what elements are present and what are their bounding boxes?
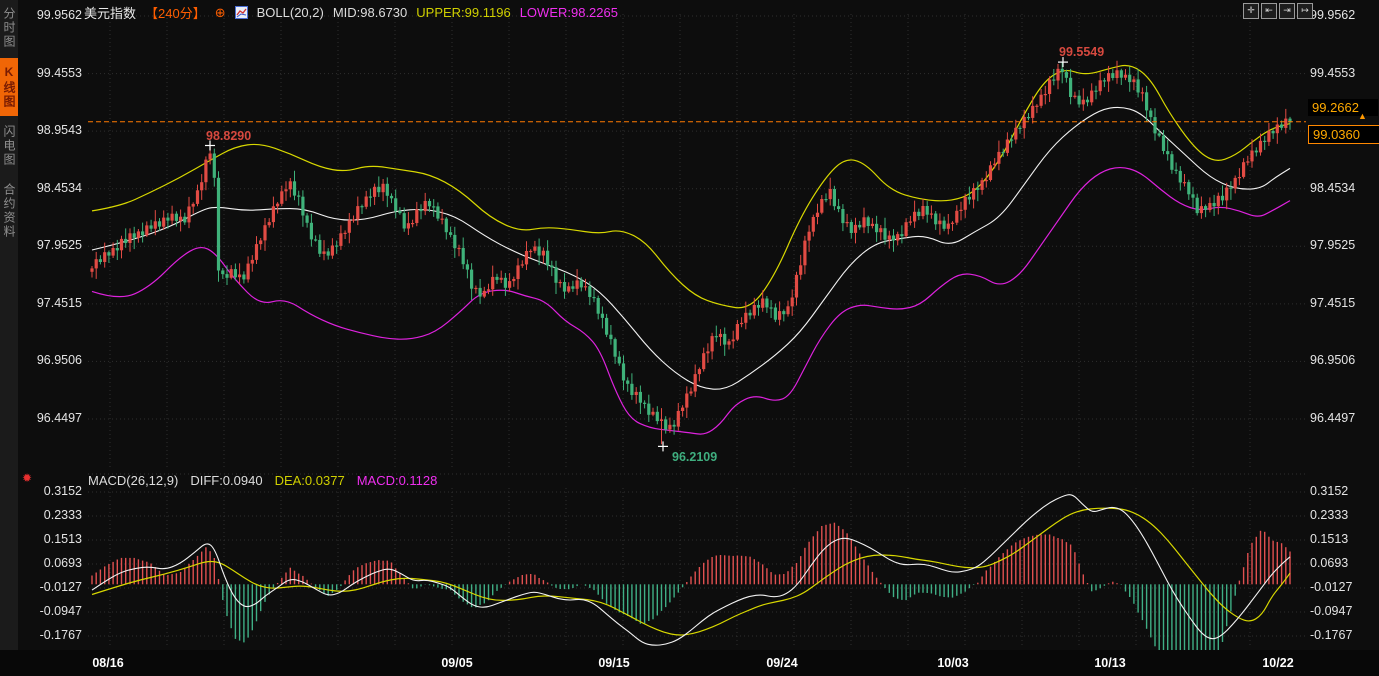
date-axis-label: 10/22 [1262,656,1293,670]
date-axis-label: 09/05 [441,656,472,670]
date-axis-label: 08/16 [92,656,123,670]
price-axis-label-right: 96.9506 [1310,353,1355,367]
price-axis-label-left: 99.4553 [18,66,82,80]
chart-icon[interactable] [235,6,248,19]
boll-lower-value: LOWER:98.2265 [520,5,618,20]
extreme-price-label: 98.8290 [206,129,251,143]
price-axis-label-left: 97.9525 [18,238,82,252]
macd-axis-label-left: 0.1513 [18,532,82,546]
symbol-title: 美元指数 [84,3,136,22]
shift-right-icon[interactable]: ↦ [1297,3,1313,19]
extreme-price-label: 99.5549 [1059,45,1104,59]
macd-macd-value: MACD:0.1128 [357,473,438,488]
macd-axis-label-left: -0.1767 [18,628,82,642]
kline-app: 分时图 K线图 闪电图 合约资料 美元指数 【240分】 ⊕ BOLL(20,2… [0,0,1379,676]
macd-axis-label-right: -0.1767 [1310,628,1352,642]
macd-axis-label-right: 0.0693 [1310,556,1348,570]
price-axis-label-right: 97.9525 [1310,238,1355,252]
price-axis-label-left: 97.4515 [18,296,82,310]
snap-left-icon[interactable]: ⇤ [1261,3,1277,19]
price-axis-label-right: 97.4515 [1310,296,1355,310]
macd-indicator-label: MACD(26,12,9) [88,473,178,488]
date-axis-label: 09/24 [766,656,797,670]
date-axis-label: 09/15 [598,656,629,670]
macd-axis-label-left: 0.0693 [18,556,82,570]
chart-toolbar: ✛ ⇤ ⇥ ↦ [1243,3,1313,19]
price-axis-label-left: 98.4534 [18,181,82,195]
macd-header: MACD(26,12,9) DIFF:0.0940 DEA:0.0377 MAC… [88,473,437,488]
boll-upper-value: UPPER:99.1196 [416,5,510,20]
indicator-settings-icon[interactable]: ✹ [22,471,32,485]
date-axis-label: 10/03 [937,656,968,670]
macd-axis-label-right: 0.3152 [1310,484,1348,498]
macd-axis-label-right: -0.0127 [1310,580,1352,594]
macd-axis-label-left: -0.0947 [18,604,82,618]
price-axis-label-left: 96.9506 [18,353,82,367]
chart-header: 美元指数 【240分】 ⊕ BOLL(20,2) MID:98.6730 UPP… [84,3,618,22]
price-axis-label-left: 99.9562 [18,8,82,22]
price-axis-label-right: 99.4553 [1310,66,1355,80]
macd-dea-value: DEA:0.0377 [275,473,345,488]
boll-indicator-label: BOLL(20,2) [257,5,324,20]
circle-plus-icon[interactable]: ⊕ [215,5,226,21]
macd-axis-label-right: 0.2333 [1310,508,1348,522]
last-price-tag: 99.0360 [1308,125,1379,144]
macd-axis-label-left: 0.3152 [18,484,82,498]
price-axis-label-left: 96.4497 [18,411,82,425]
date-axis-label: 10/13 [1094,656,1125,670]
crosshair-icon[interactable]: ✛ [1243,3,1259,19]
price-axis-label-right: 96.4497 [1310,411,1355,425]
extreme-price-label: 96.2109 [672,450,717,464]
price-axis-label-right: 98.4534 [1310,181,1355,195]
price-axis-label-left: 98.9543 [18,123,82,137]
chart-overlays: 98.8290 99.5549 96.2109 99.9562 99.9562 99.45… [0,0,1379,676]
macd-axis-label-right: 0.1513 [1310,532,1348,546]
macd-axis-label-right: -0.0947 [1310,604,1352,618]
price-up-arrow-icon: ▲ [1358,111,1367,121]
price-axis-label-right: 99.9562 [1310,8,1355,22]
snap-right-icon[interactable]: ⇥ [1279,3,1295,19]
reference-price-tag: 99.2662 [1308,99,1378,116]
period-tag: 【240分】 [145,3,206,22]
macd-axis-label-left: 0.2333 [18,508,82,522]
macd-diff-value: DIFF:0.0940 [190,473,262,488]
macd-axis-label-left: -0.0127 [18,580,82,594]
boll-mid-value: MID:98.6730 [333,5,407,20]
